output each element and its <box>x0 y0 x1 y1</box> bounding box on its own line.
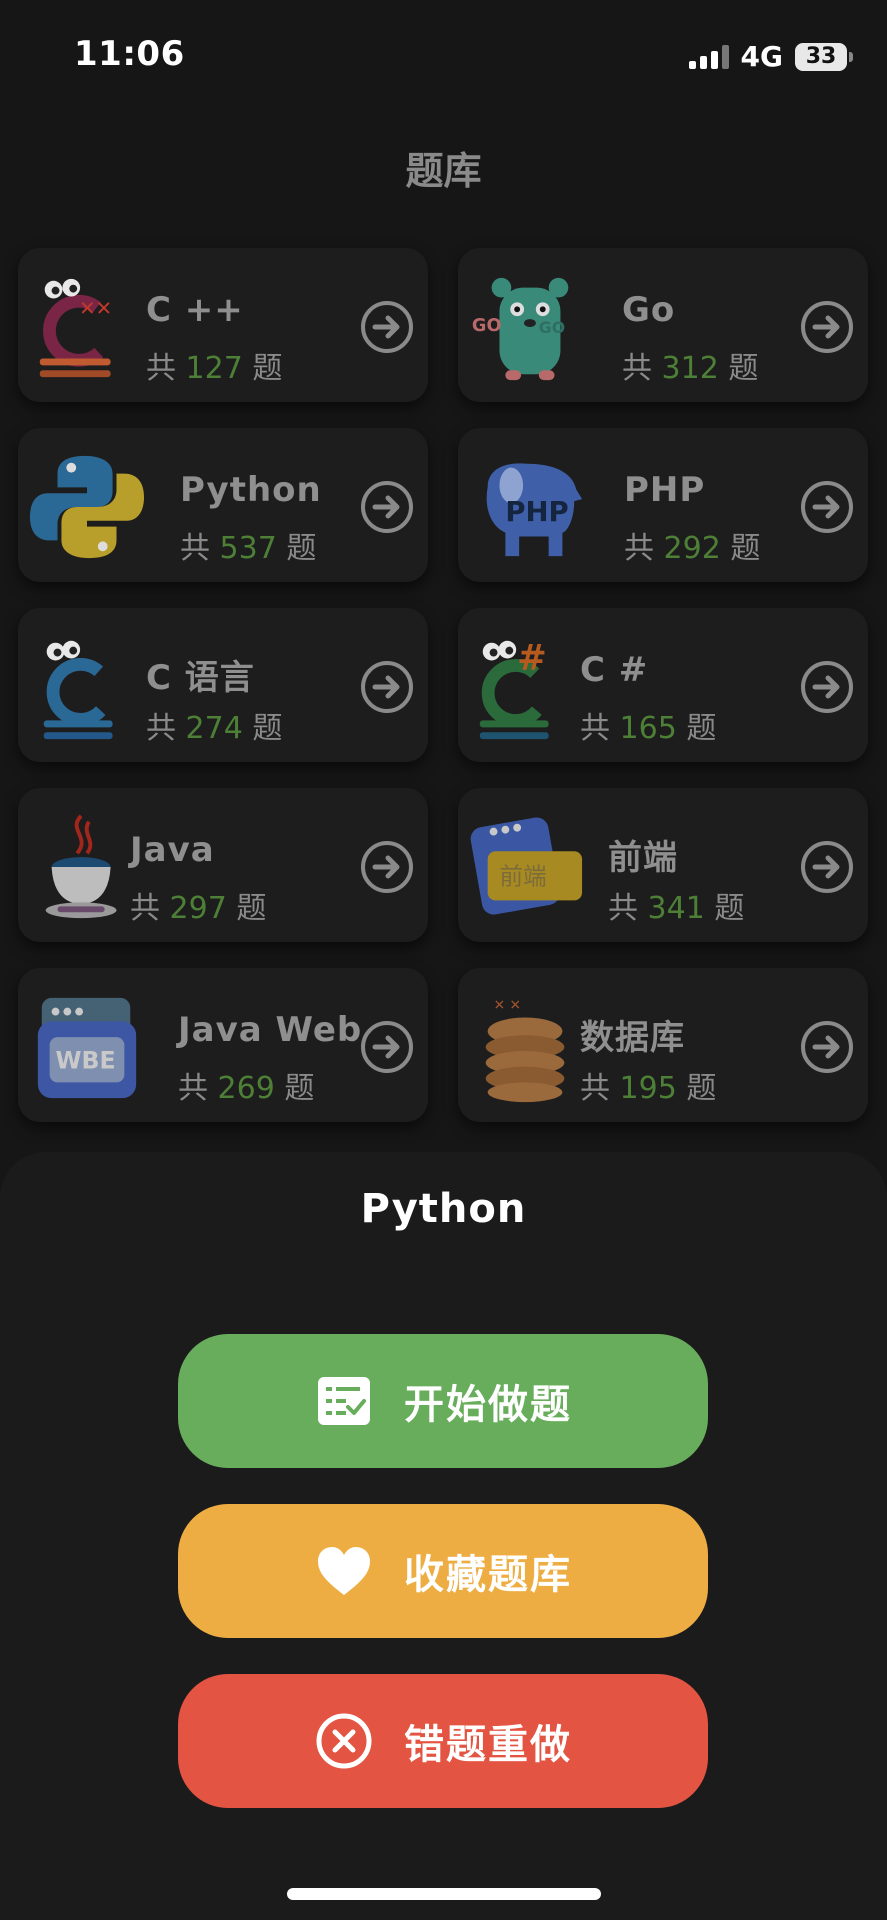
arrow-right-circle-icon[interactable] <box>800 840 854 894</box>
question-count: 共 297 题 <box>130 891 267 926</box>
svg-text:PHP: PHP <box>505 496 568 528</box>
card-php[interactable]: PHP PHP 共 292 题 <box>458 428 868 582</box>
svg-text:✕✕: ✕✕ <box>79 297 112 320</box>
question-count: 共 165 题 <box>580 711 717 746</box>
arrow-right-circle-icon[interactable] <box>360 300 414 354</box>
java-coffee-cup-icon <box>45 814 117 919</box>
svg-text:WBE: WBE <box>56 1047 116 1075</box>
question-count: 共 195 题 <box>580 1071 717 1106</box>
card-title: Python <box>180 470 322 510</box>
card-python[interactable]: Python 共 537 题 <box>18 428 428 582</box>
card-title: Go <box>622 290 676 330</box>
battery-level: 33 <box>805 44 837 69</box>
heart-icon <box>318 1547 370 1595</box>
card-javaweb[interactable]: WBE Java Web 共 269 题 <box>18 968 428 1122</box>
card-java[interactable]: Java 共 297 题 <box>18 788 428 942</box>
question-count: 共 537 题 <box>180 531 317 566</box>
question-count: 共 269 题 <box>178 1071 315 1106</box>
php-elephant-icon: PHP <box>486 463 583 557</box>
status-time: 11:06 <box>74 34 185 74</box>
network-type: 4G <box>740 40 783 73</box>
favorite-bank-button[interactable]: 收藏题库 <box>178 1504 708 1638</box>
battery-icon: 33 <box>795 42 853 71</box>
csharp-logo-icon: # <box>479 637 549 740</box>
button-label: 开始做题 <box>404 1382 572 1428</box>
go-gopher-icon: GO GO <box>472 277 569 381</box>
question-count: 共 127 题 <box>146 351 283 386</box>
action-sheet: Python 开始做题 收藏题库 错题重做 <box>0 1152 887 1920</box>
card-title: C 语言 <box>146 658 255 698</box>
card-title: PHP <box>624 470 706 510</box>
svg-text:#: # <box>517 637 547 678</box>
redo-wrong-button[interactable]: 错题重做 <box>178 1674 708 1808</box>
arrow-right-circle-icon[interactable] <box>800 480 854 534</box>
card-c[interactable]: C 语言 共 274 题 <box>18 608 428 762</box>
cpp-logo-icon: ✕✕ <box>39 278 112 378</box>
arrow-right-circle-icon[interactable] <box>360 480 414 534</box>
question-count: 共 292 题 <box>624 531 761 566</box>
card-csharp[interactable]: # C # 共 165 题 <box>458 608 868 762</box>
card-title: 数据库 <box>580 1018 685 1058</box>
status-indicators: 4G 33 <box>688 40 853 73</box>
card-title: Java <box>130 830 215 870</box>
page-title: 题库 <box>405 149 482 193</box>
c-language-logo-icon <box>43 640 113 740</box>
arrow-right-circle-icon[interactable] <box>360 840 414 894</box>
card-title: C # <box>580 650 649 690</box>
card-title: 前端 <box>608 838 678 878</box>
arrow-right-circle-icon[interactable] <box>800 1020 854 1074</box>
arrow-right-circle-icon[interactable] <box>800 300 854 354</box>
question-count: 共 274 题 <box>146 711 283 746</box>
svg-text:前端: 前端 <box>499 863 546 891</box>
card-frontend[interactable]: 前端 前端 共 341 题 <box>458 788 868 942</box>
arrow-right-circle-icon[interactable] <box>800 660 854 714</box>
frontend-window-icon: 前端 <box>470 817 583 915</box>
svg-text:GO: GO <box>539 318 565 337</box>
card-cpp[interactable]: ✕✕ C ++ 共 127 题 <box>18 248 428 402</box>
python-logo-icon <box>29 455 145 559</box>
javaweb-window-icon: WBE <box>37 997 137 1099</box>
question-count: 共 341 题 <box>608 891 745 926</box>
start-quiz-button[interactable]: 开始做题 <box>178 1334 708 1468</box>
card-title: Java Web <box>178 1010 363 1050</box>
card-title: C ++ <box>146 290 244 330</box>
button-label: 错题重做 <box>404 1722 572 1768</box>
home-indicator[interactable] <box>287 1888 601 1900</box>
svg-text:GO: GO <box>472 316 502 336</box>
arrow-right-circle-icon[interactable] <box>360 660 414 714</box>
question-count: 共 312 题 <box>622 351 759 386</box>
close-circle-icon <box>316 1713 372 1769</box>
checklist-icon <box>318 1377 370 1425</box>
card-go[interactable]: GO GO Go 共 312 题 <box>458 248 868 402</box>
status-bar: 11:06 4G 33 <box>0 0 887 110</box>
signal-icon <box>688 44 729 69</box>
card-database[interactable]: ✕ ✕ 数据库 共 195 题 <box>458 968 868 1122</box>
svg-text:✕ ✕: ✕ ✕ <box>494 998 521 1014</box>
arrow-right-circle-icon[interactable] <box>360 1020 414 1074</box>
button-label: 收藏题库 <box>404 1552 572 1598</box>
database-stack-icon: ✕ ✕ <box>485 998 565 1103</box>
sheet-title: Python <box>360 1186 527 1232</box>
